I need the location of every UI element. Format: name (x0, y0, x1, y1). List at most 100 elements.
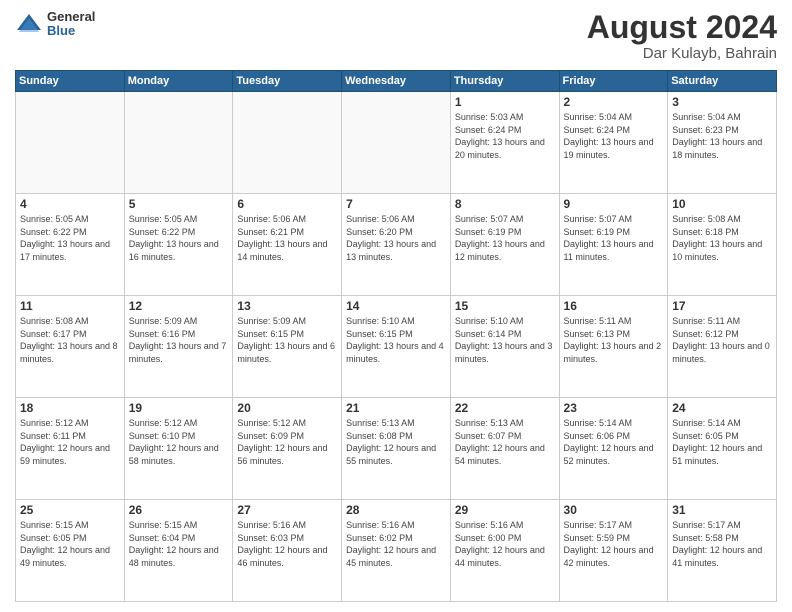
calendar-day-cell (342, 92, 451, 194)
day-info: Sunrise: 5:16 AMSunset: 6:02 PMDaylight:… (346, 519, 446, 569)
day-number: 29 (455, 503, 555, 517)
calendar-day-cell: 31 Sunrise: 5:17 AMSunset: 5:58 PMDayligh… (668, 500, 777, 602)
location: Dar Kulayb, Bahrain (587, 45, 777, 62)
day-number: 2 (564, 95, 664, 109)
day-info: Sunrise: 5:11 AMSunset: 6:12 PMDaylight:… (672, 315, 772, 365)
month-year: August 2024 (587, 10, 777, 45)
day-of-week-header: Saturday (668, 71, 777, 92)
calendar-day-cell: 25 Sunrise: 5:15 AMSunset: 6:05 PMDayligh… (16, 500, 125, 602)
day-info: Sunrise: 5:04 AMSunset: 6:23 PMDaylight:… (672, 111, 772, 161)
day-number: 24 (672, 401, 772, 415)
day-info: Sunrise: 5:10 AMSunset: 6:15 PMDaylight:… (346, 315, 446, 365)
calendar-day-cell: 16 Sunrise: 5:11 AMSunset: 6:13 PMDayligh… (559, 296, 668, 398)
calendar-day-cell: 30 Sunrise: 5:17 AMSunset: 5:59 PMDayligh… (559, 500, 668, 602)
calendar-day-cell: 19 Sunrise: 5:12 AMSunset: 6:10 PMDayligh… (124, 398, 233, 500)
logo: General Blue (15, 10, 95, 39)
day-number: 31 (672, 503, 772, 517)
day-number: 18 (20, 401, 120, 415)
day-number: 11 (20, 299, 120, 313)
day-number: 13 (237, 299, 337, 313)
logo-text: General Blue (47, 10, 95, 39)
calendar-day-cell (233, 92, 342, 194)
day-info: Sunrise: 5:08 AMSunset: 6:18 PMDaylight:… (672, 213, 772, 263)
day-number: 6 (237, 197, 337, 211)
day-of-week-header: Monday (124, 71, 233, 92)
calendar-week-row: 25 Sunrise: 5:15 AMSunset: 6:05 PMDayligh… (16, 500, 777, 602)
day-info: Sunrise: 5:12 AMSunset: 6:10 PMDaylight:… (129, 417, 229, 467)
day-number: 7 (346, 197, 446, 211)
calendar-header-row: SundayMondayTuesdayWednesdayThursdayFrid… (16, 71, 777, 92)
day-info: Sunrise: 5:07 AMSunset: 6:19 PMDaylight:… (455, 213, 555, 263)
day-number: 21 (346, 401, 446, 415)
calendar-day-cell: 20 Sunrise: 5:12 AMSunset: 6:09 PMDayligh… (233, 398, 342, 500)
calendar-day-cell: 14Sunrise: 5:10 AMSunset: 6:15 PMDayligh… (342, 296, 451, 398)
day-number: 26 (129, 503, 229, 517)
day-number: 30 (564, 503, 664, 517)
day-number: 25 (20, 503, 120, 517)
calendar-day-cell: 24 Sunrise: 5:14 AMSunset: 6:05 PMDayligh… (668, 398, 777, 500)
day-number: 23 (564, 401, 664, 415)
day-number: 12 (129, 299, 229, 313)
calendar-day-cell: 28 Sunrise: 5:16 AMSunset: 6:02 PMDayligh… (342, 500, 451, 602)
day-info: Sunrise: 5:05 AMSunset: 6:22 PMDaylight:… (20, 213, 120, 263)
day-info: Sunrise: 5:03 AMSunset: 6:24 PMDaylight:… (455, 111, 555, 161)
calendar-day-cell: 11 Sunrise: 5:08 AMSunset: 6:17 PMDayligh… (16, 296, 125, 398)
day-info: Sunrise: 5:10 AMSunset: 6:14 PMDaylight:… (455, 315, 555, 365)
day-info: Sunrise: 5:15 AMSunset: 6:05 PMDaylight:… (20, 519, 120, 569)
calendar-day-cell: 22 Sunrise: 5:13 AMSunset: 6:07 PMDayligh… (450, 398, 559, 500)
day-info: Sunrise: 5:14 AMSunset: 6:05 PMDaylight:… (672, 417, 772, 467)
day-info: Sunrise: 5:07 AMSunset: 6:19 PMDaylight:… (564, 213, 664, 263)
calendar-day-cell: 2 Sunrise: 5:04 AMSunset: 6:24 PMDaylight… (559, 92, 668, 194)
calendar-day-cell: 5Sunrise: 5:05 AMSunset: 6:22 PMDaylight… (124, 194, 233, 296)
calendar-day-cell: 15 Sunrise: 5:10 AMSunset: 6:14 PMDayligh… (450, 296, 559, 398)
day-number: 15 (455, 299, 555, 313)
calendar-day-cell: 13Sunrise: 5:09 AMSunset: 6:15 PMDayligh… (233, 296, 342, 398)
day-info: Sunrise: 5:12 AMSunset: 6:11 PMDaylight:… (20, 417, 120, 467)
logo-icon (15, 10, 43, 38)
logo-blue-text: Blue (47, 24, 95, 38)
page: General Blue August 2024 Dar Kulayb, Bah… (0, 0, 792, 612)
day-number: 16 (564, 299, 664, 313)
calendar-day-cell: 10 Sunrise: 5:08 AMSunset: 6:18 PMDayligh… (668, 194, 777, 296)
day-info: Sunrise: 5:08 AMSunset: 6:17 PMDaylight:… (20, 315, 120, 365)
calendar-day-cell: 9 Sunrise: 5:07 AMSunset: 6:19 PMDaylight… (559, 194, 668, 296)
calendar-day-cell: 6 Sunrise: 5:06 AMSunset: 6:21 PMDaylight… (233, 194, 342, 296)
day-number: 3 (672, 95, 772, 109)
day-info: Sunrise: 5:13 AMSunset: 6:07 PMDaylight:… (455, 417, 555, 467)
day-of-week-header: Friday (559, 71, 668, 92)
day-number: 5 (129, 197, 229, 211)
calendar-day-cell: 27Sunrise: 5:16 AMSunset: 6:03 PMDayligh… (233, 500, 342, 602)
day-info: Sunrise: 5:17 AMSunset: 5:58 PMDaylight:… (672, 519, 772, 569)
calendar-day-cell: 23Sunrise: 5:14 AMSunset: 6:06 PMDayligh… (559, 398, 668, 500)
day-info: Sunrise: 5:17 AMSunset: 5:59 PMDaylight:… (564, 519, 664, 569)
day-info: Sunrise: 5:15 AMSunset: 6:04 PMDaylight:… (129, 519, 229, 569)
day-number: 19 (129, 401, 229, 415)
day-number: 20 (237, 401, 337, 415)
calendar-day-cell: 8 Sunrise: 5:07 AMSunset: 6:19 PMDaylight… (450, 194, 559, 296)
calendar-day-cell: 18 Sunrise: 5:12 AMSunset: 6:11 PMDayligh… (16, 398, 125, 500)
day-info: Sunrise: 5:06 AMSunset: 6:20 PMDaylight:… (346, 213, 446, 263)
day-number: 9 (564, 197, 664, 211)
calendar-day-cell (16, 92, 125, 194)
day-info: Sunrise: 5:06 AMSunset: 6:21 PMDaylight:… (237, 213, 337, 263)
calendar-day-cell: 12 Sunrise: 5:09 AMSunset: 6:16 PMDayligh… (124, 296, 233, 398)
day-number: 22 (455, 401, 555, 415)
day-number: 10 (672, 197, 772, 211)
calendar-day-cell: 21 Sunrise: 5:13 AMSunset: 6:08 PMDayligh… (342, 398, 451, 500)
day-info: Sunrise: 5:16 AMSunset: 6:00 PMDaylight:… (455, 519, 555, 569)
calendar-week-row: 18 Sunrise: 5:12 AMSunset: 6:11 PMDayligh… (16, 398, 777, 500)
day-info: Sunrise: 5:13 AMSunset: 6:08 PMDaylight:… (346, 417, 446, 467)
calendar-day-cell: 3 Sunrise: 5:04 AMSunset: 6:23 PMDaylight… (668, 92, 777, 194)
day-number: 28 (346, 503, 446, 517)
day-number: 1 (455, 95, 555, 109)
day-info: Sunrise: 5:11 AMSunset: 6:13 PMDaylight:… (564, 315, 664, 365)
day-number: 27 (237, 503, 337, 517)
day-info: Sunrise: 5:12 AMSunset: 6:09 PMDaylight:… (237, 417, 337, 467)
day-info: Sunrise: 5:09 AMSunset: 6:16 PMDaylight:… (129, 315, 229, 365)
day-info: Sunrise: 5:04 AMSunset: 6:24 PMDaylight:… (564, 111, 664, 161)
calendar-day-cell: 1 Sunrise: 5:03 AMSunset: 6:24 PMDaylight… (450, 92, 559, 194)
day-number: 8 (455, 197, 555, 211)
day-of-week-header: Thursday (450, 71, 559, 92)
calendar-week-row: 1 Sunrise: 5:03 AMSunset: 6:24 PMDaylight… (16, 92, 777, 194)
calendar-week-row: 4Sunrise: 5:05 AMSunset: 6:22 PMDaylight… (16, 194, 777, 296)
